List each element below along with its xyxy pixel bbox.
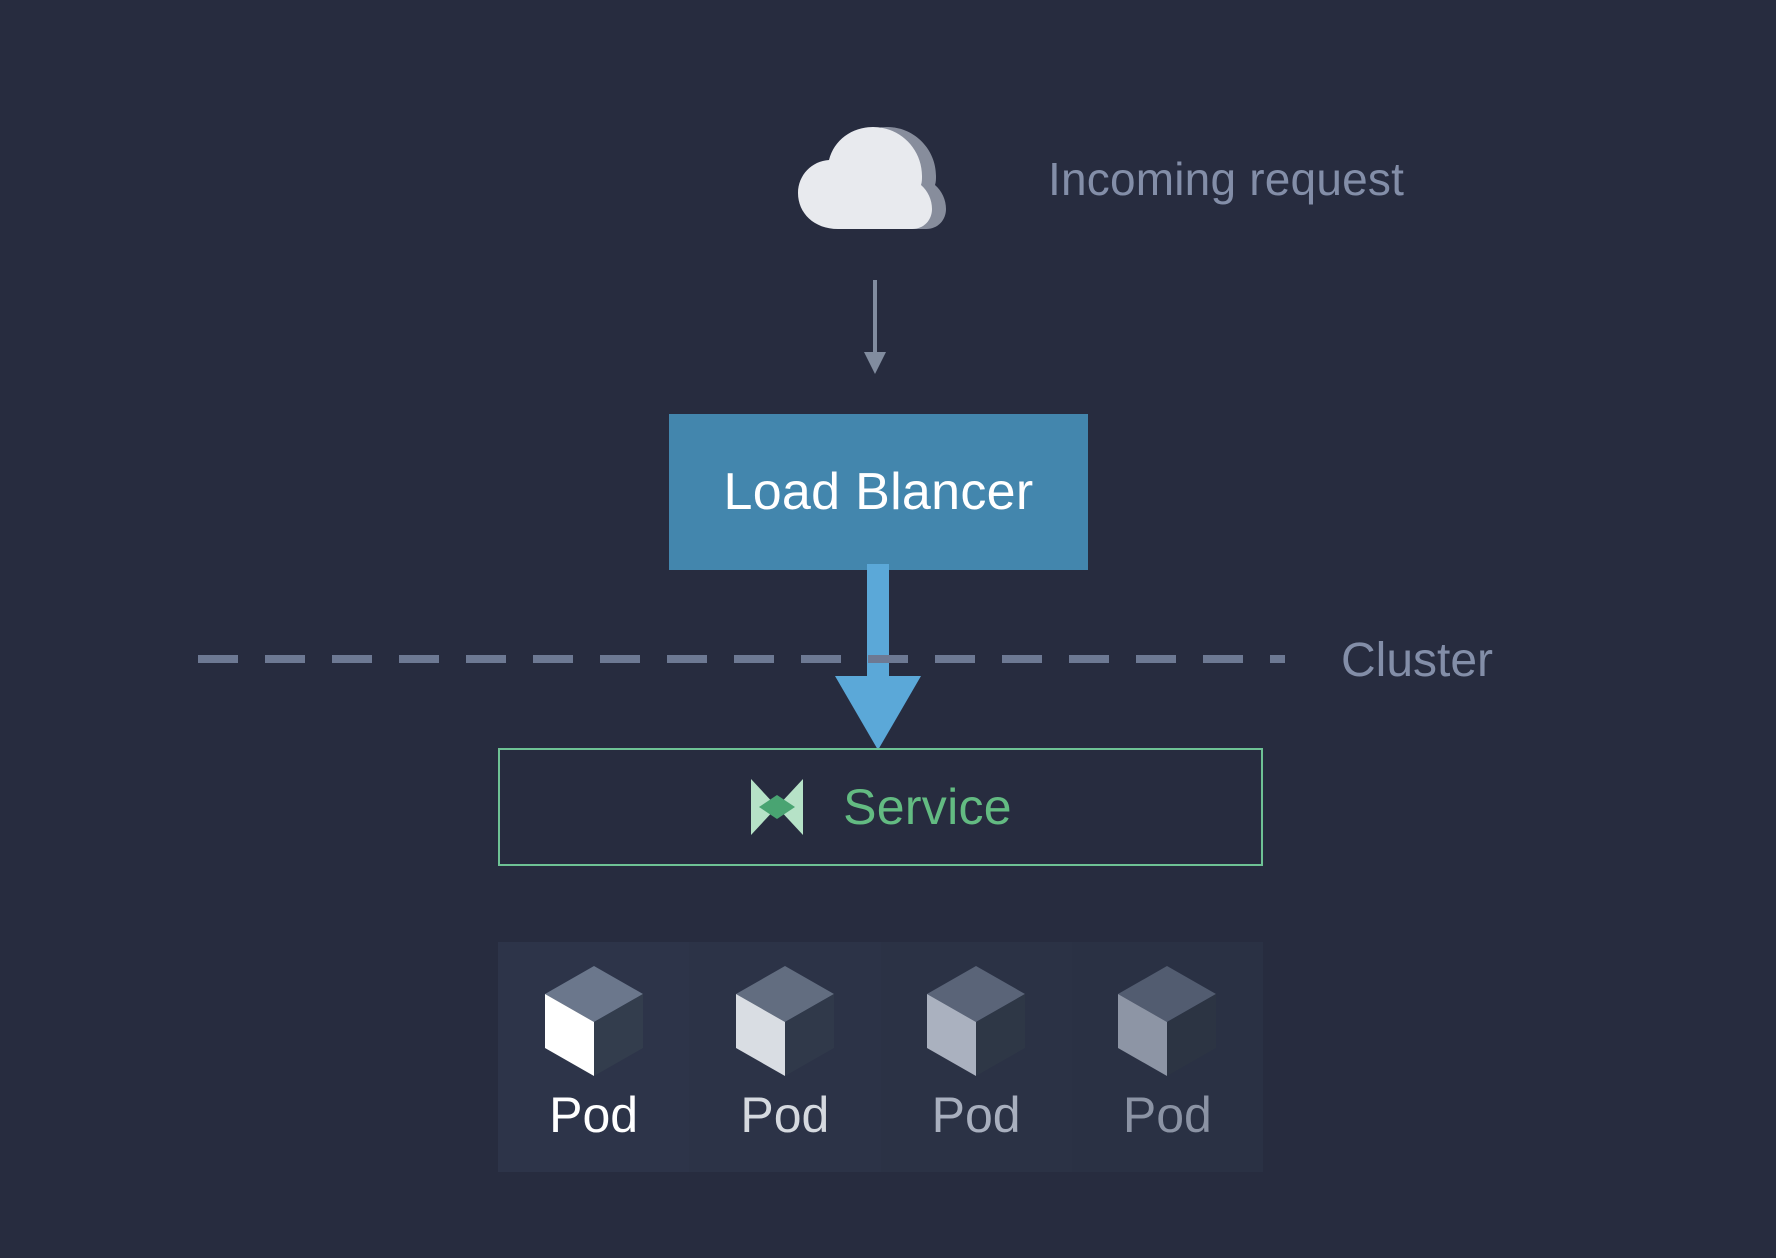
cluster-label: Cluster [1341,634,1494,687]
pod-cube-icon [544,966,643,1076]
load-balancer-label: Load Blancer [723,463,1034,521]
cluster-divider-line [198,655,1285,663]
pod-cube-icon [1118,966,1217,1076]
pod-label: Pod [1122,1087,1212,1143]
pod-label: Pod [549,1087,639,1143]
cloud-group [790,125,960,235]
incoming-request-label: Incoming request [1048,153,1405,205]
arrow-down-icon [864,280,886,374]
diagram-canvas: Incoming request Load Blancer Cluster Se… [0,0,1776,1258]
kubernetes-service-icon [751,779,804,835]
pod-label: Pod [931,1087,1021,1143]
pod-label: Pod [740,1087,830,1143]
service-box[interactable]: Service [498,748,1263,866]
pod-item[interactable]: Pod [689,942,881,1172]
service-content: Service [749,777,1012,837]
pod-item[interactable]: Pod [1071,942,1263,1172]
pod-cube-icon [735,966,834,1076]
pod-item[interactable]: Pod [498,942,690,1172]
pod-cube-icon [927,966,1026,1076]
cloud-icon [798,127,946,229]
pods-panel: Pod Pod Pod Pod [498,942,1263,1172]
service-label: Service [843,779,1012,835]
load-balancer-box[interactable]: Load Blancer [669,414,1088,570]
pod-item[interactable]: Pod [880,942,1072,1172]
